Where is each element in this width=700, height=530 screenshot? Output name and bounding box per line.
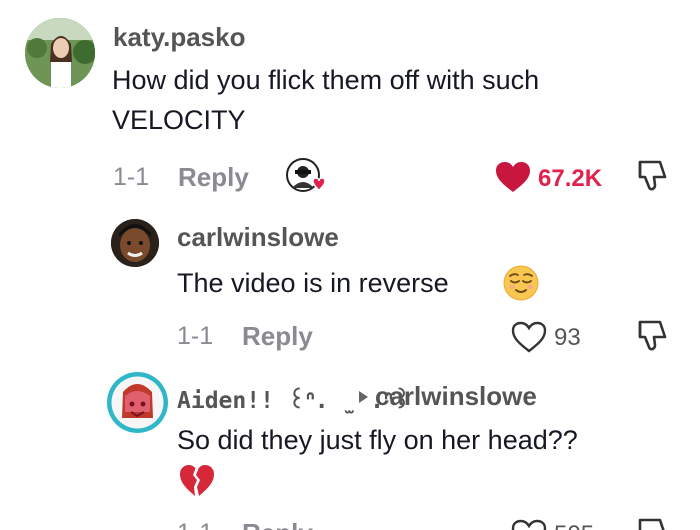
avatar-photo bbox=[25, 18, 95, 88]
like-count: 93 bbox=[554, 324, 581, 351]
triangle-right-icon bbox=[359, 391, 368, 403]
dislike-button[interactable] bbox=[632, 318, 670, 354]
comment-text-line-2: VELOCITY bbox=[112, 105, 246, 135]
thumbs-down-icon bbox=[638, 518, 665, 530]
reply-button[interactable]: Reply bbox=[242, 321, 313, 352]
like-count: 505 bbox=[554, 521, 594, 530]
comment-date: 1-1 bbox=[177, 519, 213, 530]
creator-avatar-icon bbox=[286, 158, 326, 192]
like-button[interactable] bbox=[510, 320, 548, 354]
broken-heart-emoji-icon bbox=[180, 465, 214, 496]
heart-outline-icon bbox=[511, 519, 547, 530]
avatar[interactable] bbox=[107, 372, 168, 433]
like-button[interactable] bbox=[510, 518, 548, 530]
comment-text-line-1: How did you flick them off with such bbox=[112, 65, 540, 95]
creator-liked-badge bbox=[286, 158, 326, 194]
like-count: 67.2K bbox=[538, 165, 603, 192]
reply-button[interactable]: Reply bbox=[242, 518, 313, 530]
thumbs-down-icon bbox=[638, 320, 667, 351]
relieved-face-emoji-icon bbox=[503, 265, 539, 301]
avatar-photo bbox=[111, 219, 159, 267]
dislike-button[interactable] bbox=[632, 158, 670, 194]
comment-username[interactable]: katy.pasko bbox=[113, 22, 245, 53]
broken-heart-emoji bbox=[178, 462, 216, 500]
reply-button[interactable]: Reply bbox=[178, 162, 249, 193]
avatar[interactable] bbox=[25, 18, 95, 88]
like-button[interactable] bbox=[494, 160, 532, 194]
reply-arrow-icon bbox=[356, 388, 370, 406]
avatar-photo bbox=[107, 372, 168, 433]
dislike-button[interactable] bbox=[632, 516, 670, 530]
comment-date: 1-1 bbox=[113, 163, 150, 191]
comment-text: The video is in reverse bbox=[177, 268, 449, 298]
comment-date: 1-1 bbox=[177, 322, 214, 350]
heart-outline-icon bbox=[511, 321, 547, 353]
comment-username[interactable]: carlwinslowe bbox=[177, 222, 339, 253]
avatar[interactable] bbox=[111, 219, 159, 267]
reply-to-username[interactable]: carlwinslowe bbox=[375, 381, 537, 412]
relieved-face-emoji bbox=[502, 264, 540, 302]
comment-action-row-partial: 1-1 Reply 505 bbox=[0, 516, 700, 530]
heart-filled-icon bbox=[496, 162, 530, 192]
comment-text: So did they just fly on her head?? bbox=[177, 425, 578, 455]
thumbs-down-icon bbox=[638, 160, 667, 191]
